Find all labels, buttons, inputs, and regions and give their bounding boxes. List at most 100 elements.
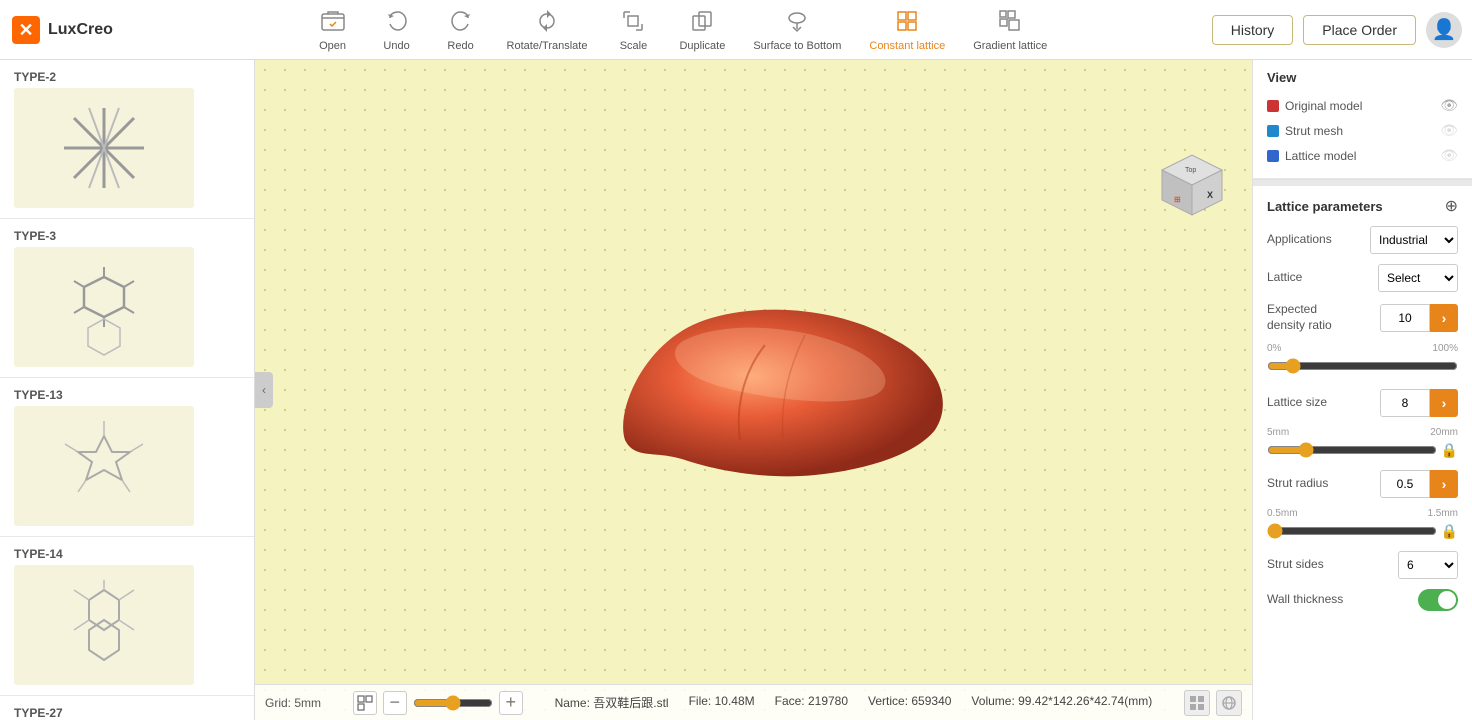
lattice-size-section: Lattice size › 5mm 20mm [1267,389,1458,460]
type13-label: TYPE-13 [14,388,240,402]
surface-icon [784,8,810,38]
view-original-label: Original model [1267,99,1362,113]
density-ratio-input-group: › [1380,304,1458,332]
applications-select[interactable]: Industrial Medical Aerospace [1370,226,1458,254]
tool-duplicate[interactable]: Duplicate [667,4,737,56]
strut-sides-row: Strut sides 4 5 6 8 12 [1267,551,1458,579]
axis-svg [255,60,555,210]
tool-gradient[interactable]: Gradient lattice [961,4,1059,56]
3d-model [565,260,985,520]
lattice-item-type27[interactable]: TYPE-27 [0,696,254,720]
strut-radius-section: Strut radius › 0.5mm 1.5mm 🔒 [1267,470,1458,541]
file-name: Name: 吾双鞋后跟.stl [555,694,669,711]
lattice-size-lock[interactable]: 🔒 [1441,442,1458,459]
grid-view-button[interactable] [1184,690,1210,716]
toolbar-tools: Open Undo Redo Rotate/Translate Scale [160,4,1202,56]
zoom-slider[interactable] [413,695,493,711]
view-original-row: Original model 👁 [1267,93,1458,118]
lattice-model-eye[interactable]: 👁 [1440,147,1458,164]
strut-radius-input-group: › [1380,470,1458,498]
lattice-size-slider-labels: 5mm 20mm [1267,427,1458,438]
sidebar-collapse-button[interactable]: ‹ [255,372,273,408]
lattice-size-row: Lattice size › [1267,389,1458,417]
density-ratio-range[interactable] [1267,358,1458,374]
zoom-frame-button[interactable] [353,691,377,715]
density-ratio-row: Expecteddensity ratio › [1267,302,1458,333]
lattice-item-type2[interactable]: TYPE-2 [0,60,254,219]
density-ratio-slider-row: 0% 100% [1267,343,1458,379]
lattice-select[interactable]: Select [1378,264,1458,292]
view-title: View [1267,70,1458,85]
place-order-button[interactable]: Place Order [1303,15,1416,45]
type3-preview [14,247,194,367]
tool-rotate[interactable]: Rotate/Translate [495,4,600,56]
zoom-out-button[interactable]: − [383,691,407,715]
strut-sides-select[interactable]: 4 5 6 8 12 [1398,551,1458,579]
strut-radius-slider-labels: 0.5mm 1.5mm [1267,508,1458,519]
tool-redo[interactable]: Redo [431,4,491,56]
lattice-size-range[interactable] [1267,442,1437,458]
tool-constant[interactable]: Constant lattice [857,4,957,56]
grid-label: Grid: 5mm [265,696,321,710]
lattice-size-slider-container: 🔒 [1267,440,1458,460]
volume-info: Volume: 99.42*142.26*42.74(mm) [971,694,1152,711]
lattice-item-type3[interactable]: TYPE-3 [0,219,254,378]
original-model-eye[interactable]: 👁 [1440,97,1458,114]
strut-radius-lock[interactable]: 🔒 [1441,523,1458,540]
wall-thickness-toggle[interactable] [1418,589,1458,611]
lattice-item-type14[interactable]: TYPE-14 [0,537,254,696]
params-title: Lattice parameters [1267,199,1383,214]
3d-view-button[interactable] [1216,690,1242,716]
lattice-select-label: Lattice [1267,270,1302,286]
tool-scale[interactable]: Scale [603,4,663,56]
main-area: TYPE-2 TYPE-3 [0,60,1472,720]
applications-row: Applications Industrial Medical Aerospac… [1267,226,1458,254]
strut-mesh-eye[interactable]: 👁 [1440,122,1458,139]
cube-nav[interactable]: X Top ⊞ [1152,140,1232,220]
params-expand-icon[interactable]: ⊕ [1445,196,1458,216]
strut-radius-input[interactable] [1380,470,1430,498]
type14-preview [14,565,194,685]
strut-mesh-color [1267,125,1279,137]
canvas-area[interactable]: X Top ⊞ ‹ Grid: 5mm − + Name: 吾双鞋后跟.stl [255,60,1252,720]
density-ratio-confirm[interactable]: › [1430,304,1458,332]
rotate-icon [534,8,560,38]
tool-open[interactable]: Open [303,4,363,56]
lattice-size-input[interactable] [1380,389,1430,417]
redo-icon [448,8,474,38]
zoom-in-button[interactable]: + [499,691,523,715]
scale-icon [620,8,646,38]
right-panel: View Original model 👁 Strut mesh 👁 Latt [1252,60,1472,720]
left-sidebar: TYPE-2 TYPE-3 [0,60,255,720]
tool-surface[interactable]: Surface to Bottom [741,4,853,56]
svg-text:⊞: ⊞ [1174,195,1181,204]
view-icons [1184,690,1242,716]
strut-radius-slider-row: 0.5mm 1.5mm 🔒 [1267,508,1458,541]
bottom-bar: Grid: 5mm − + Name: 吾双鞋后跟.stl File: 10.4… [255,684,1252,720]
original-model-color [1267,100,1279,112]
wall-thickness-thumb [1438,591,1456,609]
file-info-bar: Name: 吾双鞋后跟.stl File: 10.48M Face: 21978… [555,694,1153,711]
view-strut-label: Strut mesh [1267,124,1343,138]
type14-label: TYPE-14 [14,547,240,561]
lattice-size-label: Lattice size [1267,395,1327,411]
grid-overlay [255,60,1252,720]
type13-preview [14,406,194,526]
density-ratio-slider-labels: 0% 100% [1267,343,1458,354]
strut-radius-range[interactable] [1267,523,1437,539]
density-ratio-input[interactable] [1380,304,1430,332]
lattice-model-color [1267,150,1279,162]
face-count: Face: 219780 [775,694,848,711]
user-avatar[interactable]: 👤 [1426,12,1462,48]
lattice-item-type13[interactable]: TYPE-13 [0,378,254,537]
strut-sides-label: Strut sides [1267,557,1324,573]
lattice-size-confirm[interactable]: › [1430,389,1458,417]
strut-radius-confirm[interactable]: › [1430,470,1458,498]
view-lattice-row: Lattice model 👁 [1267,143,1458,168]
view-lattice-label: Lattice model [1267,149,1356,163]
applications-label: Applications [1267,232,1332,248]
lattice-select-row: Lattice Select [1267,264,1458,292]
strut-radius-label: Strut radius [1267,476,1328,492]
tool-undo[interactable]: Undo [367,4,427,56]
history-button[interactable]: History [1212,15,1294,45]
